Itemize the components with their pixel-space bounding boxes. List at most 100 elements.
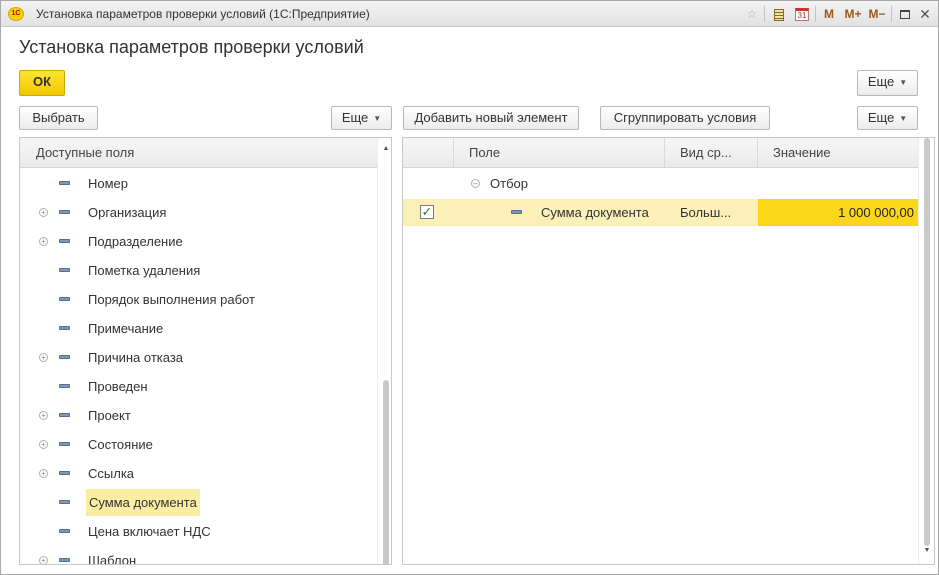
choose-button[interactable]: Выбрать [19, 106, 98, 130]
tree-item[interactable]: + Шаблон [20, 546, 377, 565]
left-scrollbar[interactable]: ▲ [377, 138, 391, 564]
toolbar-divider [891, 6, 892, 22]
conditions-panel: Поле Вид ср... Значение – Отбор ✓ Сумма … [402, 137, 935, 565]
ok-button[interactable]: ОК [19, 70, 65, 96]
expand-icon[interactable]: + [39, 208, 48, 217]
check-column-header [403, 138, 454, 168]
kind-column-header[interactable]: Вид ср... [665, 138, 758, 168]
expand-icon[interactable]: + [39, 411, 48, 420]
tree-item-label: Проект [88, 408, 131, 423]
attribute-icon [59, 268, 70, 272]
more-button-left[interactable]: Еще ▼ [331, 106, 392, 130]
tree-item-label: Порядок выполнения работ [88, 292, 255, 307]
memory-add-button[interactable]: M+ [843, 6, 863, 22]
calculator-icon[interactable] [772, 6, 786, 22]
tree-item[interactable]: Примечание [20, 314, 377, 343]
more-label: Еще [341, 110, 369, 125]
toolbar-divider [815, 6, 816, 22]
more-label: Еще [867, 110, 895, 125]
tree-item[interactable]: Цена включает НДС [20, 517, 377, 546]
attribute-icon [59, 471, 70, 475]
restore-window-icon[interactable] [898, 6, 912, 22]
tree-item[interactable]: Сумма документа [20, 488, 377, 517]
attribute-icon [59, 355, 70, 359]
condition-kind-cell[interactable]: Больш... [665, 199, 758, 226]
memory-button[interactable]: M [821, 6, 837, 22]
app-logo-icon: 1С [8, 7, 24, 21]
attribute-icon [59, 210, 70, 214]
tree-item[interactable]: + Организация [20, 198, 377, 227]
value-column-header[interactable]: Значение [758, 138, 918, 168]
memory-subtract-button[interactable]: M− [867, 6, 887, 22]
available-fields-panel: Доступные поля Номер + Организация + Подразд… [19, 137, 392, 565]
tree-item-label: Ссылка [88, 466, 135, 481]
condition-field-text: Сумма документа [541, 205, 649, 220]
tree-item-label: Сумма документа [86, 489, 200, 516]
calendar-icon[interactable]: 31 [794, 6, 810, 22]
tree-item[interactable]: Проведен [20, 372, 377, 401]
page-title: Установка параметров проверки условий [19, 37, 364, 57]
tree-item[interactable]: + Подразделение [20, 227, 377, 256]
attribute-icon [59, 529, 70, 533]
attribute-icon [59, 442, 70, 446]
more-button-top[interactable]: Еще ▼ [857, 70, 918, 96]
collapse-icon[interactable]: – [471, 179, 480, 188]
condition-enabled-checkbox[interactable]: ✓ [420, 205, 434, 219]
tree-item-label: Цена включает НДС [88, 524, 211, 539]
tree-item-label: Шаблон [88, 553, 137, 565]
attribute-icon [59, 297, 70, 301]
tree-item[interactable]: + Проект [20, 401, 377, 430]
expand-icon[interactable]: + [39, 237, 48, 246]
chevron-down-icon: ▼ [373, 113, 382, 123]
attribute-icon [59, 384, 70, 388]
available-fields-header[interactable]: Доступные поля [20, 138, 377, 168]
tree-item[interactable]: + Состояние [20, 430, 377, 459]
chevron-down-icon: ▼ [899, 113, 908, 123]
attribute-icon [59, 558, 70, 562]
close-window-icon[interactable]: ✕ [918, 6, 932, 22]
attribute-icon [59, 326, 70, 330]
tree-item[interactable]: Пометка удаления [20, 256, 377, 285]
condition-value-cell[interactable]: 1 000 000,00 [758, 199, 918, 226]
attribute-icon [59, 181, 70, 185]
table-row[interactable]: ✓ Сумма документа Больш... 1 000 000,00 [403, 199, 918, 226]
expand-icon[interactable]: + [39, 469, 48, 478]
scroll-up-icon[interactable]: ▲ [378, 142, 391, 156]
tree-item[interactable]: Номер [20, 169, 377, 198]
attribute-icon [59, 239, 70, 243]
group-label: Отбор [490, 176, 528, 191]
right-scrollbar[interactable]: ▼ [918, 138, 934, 564]
tree-item[interactable]: + Ссылка [20, 459, 377, 488]
scroll-thumb[interactable] [924, 138, 930, 546]
favorite-star-icon[interactable]: ☆ [745, 6, 759, 22]
expand-icon[interactable]: + [39, 353, 48, 362]
tree-item-label: Примечание [88, 321, 164, 336]
tree-item-label: Пометка удаления [88, 263, 201, 278]
tree-item-label: Причина отказа [88, 350, 184, 365]
tree-item-label: Организация [88, 205, 167, 220]
group-conditions-button[interactable]: Сгруппировать условия [600, 106, 770, 130]
scroll-down-icon[interactable]: ▼ [919, 544, 934, 558]
tree-item-label: Номер [88, 176, 129, 191]
field-column-header[interactable]: Поле [454, 138, 665, 168]
group-row[interactable]: – Отбор [403, 169, 918, 198]
expand-icon[interactable]: + [39, 440, 48, 449]
attribute-icon [59, 413, 70, 417]
condition-field-cell[interactable]: Сумма документа [454, 199, 665, 226]
tree-item[interactable]: Порядок выполнения работ [20, 285, 377, 314]
scroll-thumb[interactable] [383, 380, 389, 564]
dialog-window: 1С Установка параметров проверки условий… [0, 0, 939, 575]
tree-item-label: Состояние [88, 437, 153, 452]
add-element-button[interactable]: Добавить новый элемент [403, 106, 579, 130]
tree-item[interactable]: + Причина отказа [20, 343, 377, 372]
more-label: Еще [867, 74, 895, 89]
title-bar: 1С Установка параметров проверки условий… [1, 1, 938, 27]
tree-item-label: Проведен [88, 379, 148, 394]
chevron-down-icon: ▼ [899, 77, 908, 87]
attribute-icon [511, 210, 522, 214]
tree-item-label: Подразделение [88, 234, 183, 249]
attribute-icon [59, 500, 70, 504]
expand-icon[interactable]: + [39, 556, 48, 564]
condition-enabled-cell[interactable]: ✓ [403, 199, 454, 226]
more-button-right[interactable]: Еще ▼ [857, 106, 918, 130]
